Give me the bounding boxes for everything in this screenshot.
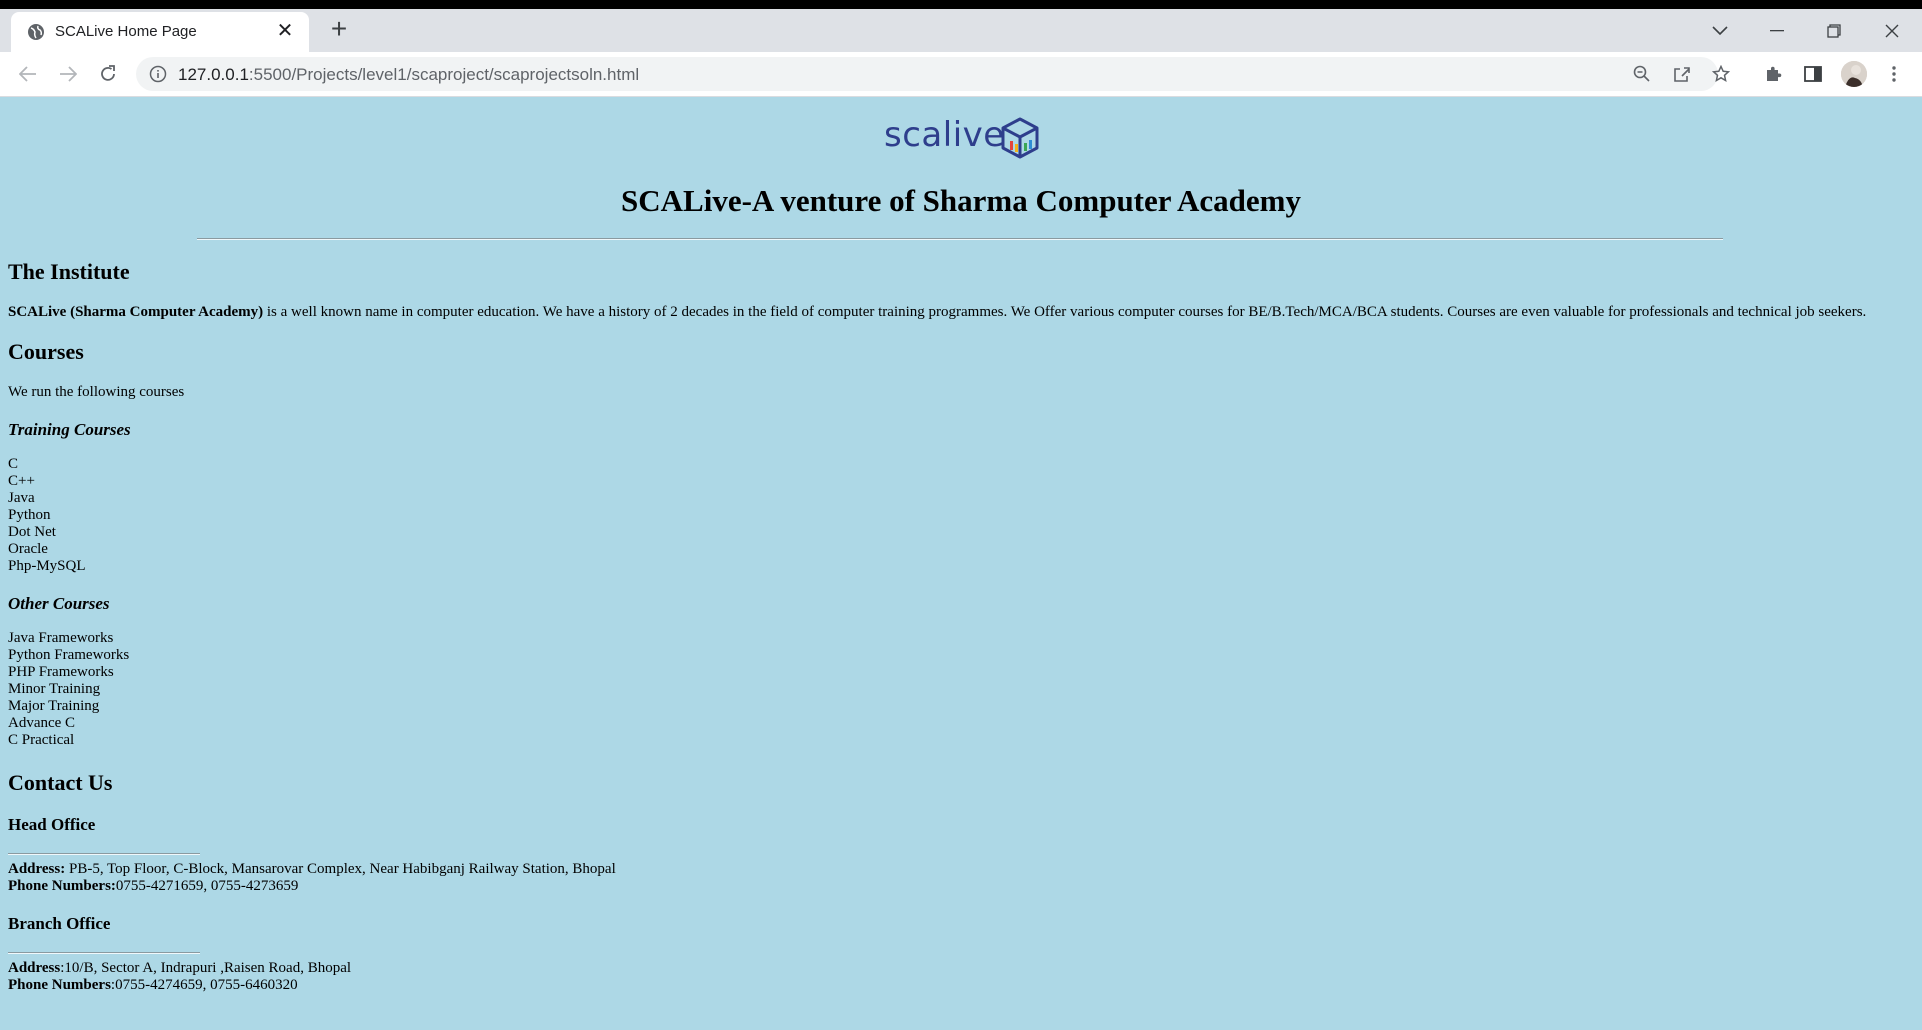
reload-button[interactable]	[94, 60, 122, 88]
cube-logo-icon	[1001, 117, 1039, 159]
branch-office-divider	[8, 952, 200, 954]
courses-heading: Courses	[8, 339, 84, 364]
branch-office-phone: Phone Numbers:0755-4274659, 0755-6460320	[8, 977, 298, 994]
side-panel-button[interactable]	[1801, 62, 1825, 86]
institute-heading: The Institute	[8, 259, 130, 284]
list-item: Python	[8, 507, 51, 523]
phone-value: 0755-4271659, 0755-4273659	[115, 878, 299, 894]
training-courses-list: C C++ Java Python Dot Net Oracle Php-MyS…	[8, 456, 86, 575]
kebab-menu-icon	[1892, 66, 1896, 82]
address-label: Address	[8, 960, 61, 976]
page-title: SCALive-A venture of Sharma Computer Aca…	[621, 183, 1301, 218]
head-office-divider	[8, 853, 200, 855]
scalive-logo: scalive	[884, 115, 1040, 161]
site-info-icon[interactable]	[149, 65, 167, 83]
list-item: C	[8, 456, 19, 472]
tab-scalive-home[interactable]: SCALive Home Page ✕	[11, 12, 309, 52]
head-office-phone: Phone Numbers:0755-4271659, 0755-4273659	[8, 878, 298, 895]
list-item: Java	[8, 490, 35, 506]
tab-strip: SCALive Home Page ✕ +	[0, 9, 1922, 52]
forward-arrow-icon	[60, 66, 77, 82]
contact-heading: Contact Us	[8, 770, 113, 795]
institute-paragraph: SCALive (Sharma Computer Academy) is a w…	[8, 304, 1866, 321]
courses-intro: We run the following courses	[8, 384, 185, 400]
minimize-icon	[1770, 29, 1784, 31]
share-button[interactable]	[1671, 63, 1693, 85]
close-window-button[interactable]	[1872, 9, 1912, 52]
institute-text: is a well known name in computer educati…	[263, 304, 1867, 320]
browser-window: SCALive Home Page ✕ + 127.0.0.1:5500/Pro…	[0, 9, 1922, 1030]
address-value: :10/B, Sector A, Indrapuri ,Raisen Road,…	[60, 960, 352, 976]
list-item: Oracle	[8, 541, 48, 557]
phone-label: Phone Numbers:	[8, 878, 116, 894]
side-panel-icon	[1804, 66, 1822, 82]
address-label: Address:	[8, 861, 66, 877]
zoom-button[interactable]	[1631, 63, 1653, 85]
page-content: scalive SCALive-A venture of Sharma Comp…	[0, 98, 1922, 1030]
new-tab-button[interactable]: +	[326, 15, 352, 43]
zoom-out-icon	[1633, 65, 1650, 82]
title-divider	[197, 238, 1723, 240]
list-item: Advance C	[8, 715, 76, 731]
branch-office-heading: Branch Office	[8, 914, 111, 933]
address-value: PB-5, Top Floor, C-Block, Mansarovar Com…	[65, 861, 616, 877]
back-arrow-icon	[19, 66, 36, 82]
avatar-icon	[1841, 61, 1867, 87]
share-icon	[1674, 67, 1690, 82]
phone-label: Phone Numbers	[8, 977, 111, 993]
bookmark-button[interactable]	[1710, 63, 1732, 85]
close-tab-icon[interactable]: ✕	[275, 21, 295, 41]
branch-office-address: Address:10/B, Sector A, Indrapuri ,Raise…	[8, 960, 351, 977]
url-text: 127.0.0.1:5500/Projects/level1/scaprojec…	[178, 65, 639, 85]
address-bar[interactable]: 127.0.0.1:5500/Projects/level1/scaprojec…	[136, 57, 1730, 91]
profile-avatar[interactable]	[1841, 61, 1867, 87]
other-courses-heading: Other Courses	[8, 594, 110, 613]
tab-search-button[interactable]	[1700, 9, 1740, 52]
browser-toolbar: 127.0.0.1:5500/Projects/level1/scaprojec…	[0, 52, 1922, 97]
list-item: Dot Net	[8, 524, 56, 540]
forward-button[interactable]	[54, 60, 82, 88]
tab-title: SCALive Home Page	[55, 23, 197, 40]
globe-icon	[28, 24, 44, 40]
list-item: Minor Training	[8, 681, 101, 697]
url-host: 127.0.0.1	[178, 65, 249, 84]
institute-name: SCALive (Sharma Computer Academy)	[8, 304, 264, 320]
star-icon	[1712, 65, 1730, 83]
url-path: :5500/Projects/level1/scaproject/scaproj…	[248, 65, 640, 84]
minimize-button[interactable]	[1757, 9, 1797, 52]
head-office-heading: Head Office	[8, 815, 96, 834]
list-item: Php-MySQL	[8, 558, 86, 574]
puzzle-icon	[1767, 66, 1782, 81]
back-button[interactable]	[14, 60, 42, 88]
restore-icon	[1827, 23, 1841, 38]
restore-button[interactable]	[1814, 9, 1854, 52]
list-item: C++	[8, 473, 35, 489]
reload-icon	[101, 65, 115, 81]
logo-text: scalive	[884, 115, 1005, 155]
list-item: Python Frameworks	[8, 647, 130, 663]
head-office-address: Address: PB-5, Top Floor, C-Block, Mansa…	[8, 861, 616, 878]
chevron-down-icon	[1712, 25, 1728, 35]
extensions-button[interactable]	[1761, 62, 1785, 86]
training-courses-heading: Training Courses	[8, 420, 131, 439]
other-courses-list: Java Frameworks Python Frameworks PHP Fr…	[8, 630, 129, 749]
list-item: PHP Frameworks	[8, 664, 114, 680]
menu-button[interactable]	[1882, 62, 1906, 86]
list-item: Java Frameworks	[8, 630, 114, 646]
close-icon	[1885, 24, 1899, 37]
list-item: Major Training	[8, 698, 100, 714]
list-item: C Practical	[8, 732, 75, 748]
phone-value: :0755-4274659, 0755-6460320	[110, 977, 298, 993]
